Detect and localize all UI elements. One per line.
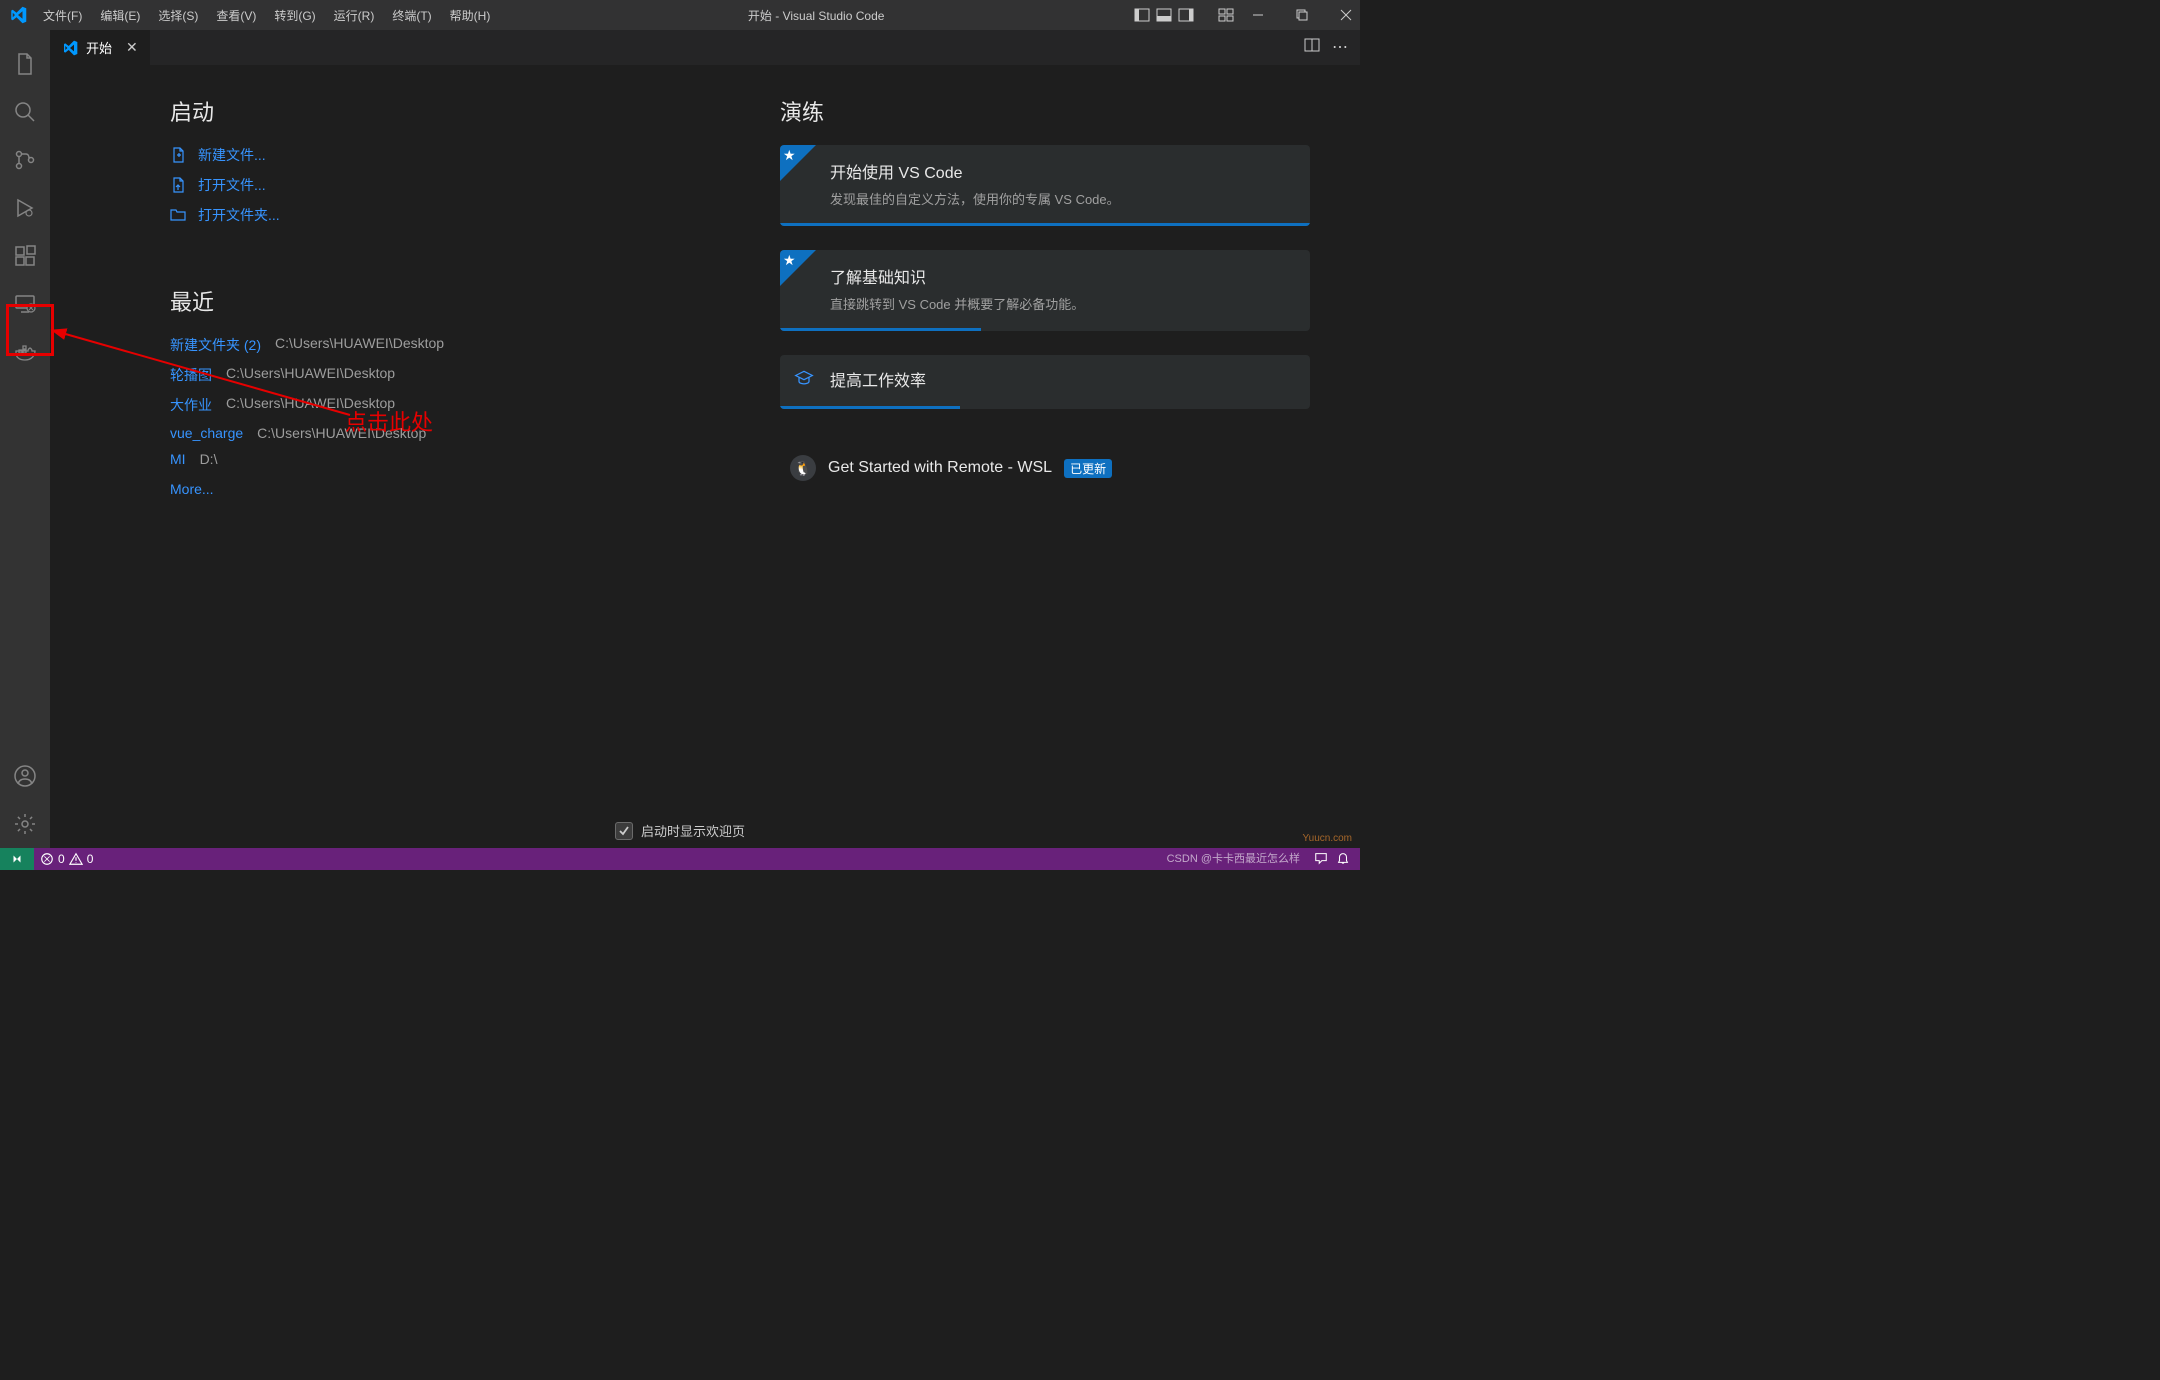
annotation-text: 点击此处 [345,405,433,437]
update-badge: 已更新 [1064,459,1112,478]
menu-edit[interactable]: 编辑(E) [92,4,148,27]
run-debug-icon[interactable] [1,184,49,232]
graduation-cap-icon [794,368,814,393]
walkthrough-card-productivity[interactable]: 提高工作效率 [780,355,1310,409]
linux-icon: 🐧 [790,455,816,481]
layout-sidebar-right-icon[interactable] [1178,7,1194,23]
title-bar: 文件(F) 编辑(E) 选择(S) 查看(V) 转到(G) 运行(R) 终端(T… [0,0,1360,30]
error-icon [40,852,54,866]
csdn-watermark: CSDN @卡卡西最近怎么样 [1167,850,1300,866]
tab-bar: 开始 ✕ ⋯ [50,30,1360,65]
feedback-icon[interactable] [1314,851,1328,868]
watermark-text: Yuucn.com [1303,833,1352,844]
open-folder-link[interactable]: 打开文件夹... [170,205,700,225]
layout-sidebar-left-icon[interactable] [1134,7,1150,23]
menu-run[interactable]: 运行(R) [326,4,383,27]
open-file-link[interactable]: 打开文件... [170,175,700,195]
annotation-highlight-box [6,304,54,356]
menu-select[interactable]: 选择(S) [150,4,206,27]
show-welcome-label: 启动时显示欢迎页 [641,821,745,840]
layout-panel-icon[interactable] [1156,7,1172,23]
split-editor-icon[interactable] [1304,37,1320,58]
menu-terminal[interactable]: 终端(T) [384,4,439,27]
vscode-logo-icon [0,6,35,24]
recent-item[interactable]: vue_chargeC:\Users\HUAWEI\Desktop [170,425,700,441]
star-icon: ★ [783,252,796,269]
open-file-icon [170,177,188,193]
minimize-icon[interactable] [1252,9,1264,21]
extensions-icon[interactable] [1,232,49,280]
source-control-icon[interactable] [1,136,49,184]
close-icon[interactable] [1340,9,1352,21]
walkthrough-remote-wsl[interactable]: 🐧 Get Started with Remote - WSL 已更新 [780,449,1310,487]
menu-help[interactable]: 帮助(H) [442,4,499,27]
new-file-icon [170,147,188,163]
search-icon[interactable] [1,88,49,136]
recent-item[interactable]: 大作业C:\Users\HUAWEI\Desktop [170,395,700,415]
menu-bar: 文件(F) 编辑(E) 选择(S) 查看(V) 转到(G) 运行(R) 终端(T… [35,4,498,27]
tab-label: 开始 [86,38,112,57]
menu-file[interactable]: 文件(F) [35,4,90,27]
customize-layout-icon[interactable] [1218,7,1234,23]
start-heading: 启动 [170,95,700,127]
settings-gear-icon[interactable] [1,800,49,848]
explorer-icon[interactable] [1,40,49,88]
walkthrough-card-basics[interactable]: ★ 了解基础知识 直接跳转到 VS Code 并概要了解必备功能。 [780,250,1310,331]
recent-heading: 最近 [170,285,700,317]
tab-close-icon[interactable]: ✕ [126,39,138,56]
warning-icon [69,852,83,866]
folder-icon [170,207,188,223]
walkthrough-card-getstarted[interactable]: ★ 开始使用 VS Code 发现最佳的自定义方法，使用你的专属 VS Code… [780,145,1310,226]
accounts-icon[interactable] [1,752,49,800]
status-problems[interactable]: 0 0 [34,852,99,866]
menu-go[interactable]: 转到(G) [266,4,323,27]
remote-indicator[interactable] [0,848,34,870]
status-bar: 0 0 [0,848,1360,870]
recent-list: 新建文件夹 (2)C:\Users\HUAWEI\Desktop 轮播图C:\U… [170,335,700,497]
star-icon: ★ [783,147,796,164]
walkthrough-heading: 演练 [780,95,1310,127]
window-title: 开始 - Visual Studio Code [498,7,1134,24]
show-welcome-checkbox[interactable] [615,822,633,840]
maximize-icon[interactable] [1296,9,1308,21]
vscode-icon [62,40,78,56]
tab-welcome[interactable]: 开始 ✕ [50,30,150,65]
editor-area: 开始 ✕ ⋯ 启动 新建文件... 打开文件... [50,30,1360,848]
menu-view[interactable]: 查看(V) [208,4,264,27]
recent-more-link[interactable]: More... [170,481,700,497]
recent-item[interactable]: 轮播图C:\Users\HUAWEI\Desktop [170,365,700,385]
recent-item[interactable]: 新建文件夹 (2)C:\Users\HUAWEI\Desktop [170,335,700,355]
activity-bar [0,30,50,848]
more-actions-icon[interactable]: ⋯ [1332,37,1348,58]
recent-item[interactable]: MID:\ [170,451,700,467]
new-file-link[interactable]: 新建文件... [170,145,700,165]
notifications-icon[interactable] [1336,851,1350,868]
